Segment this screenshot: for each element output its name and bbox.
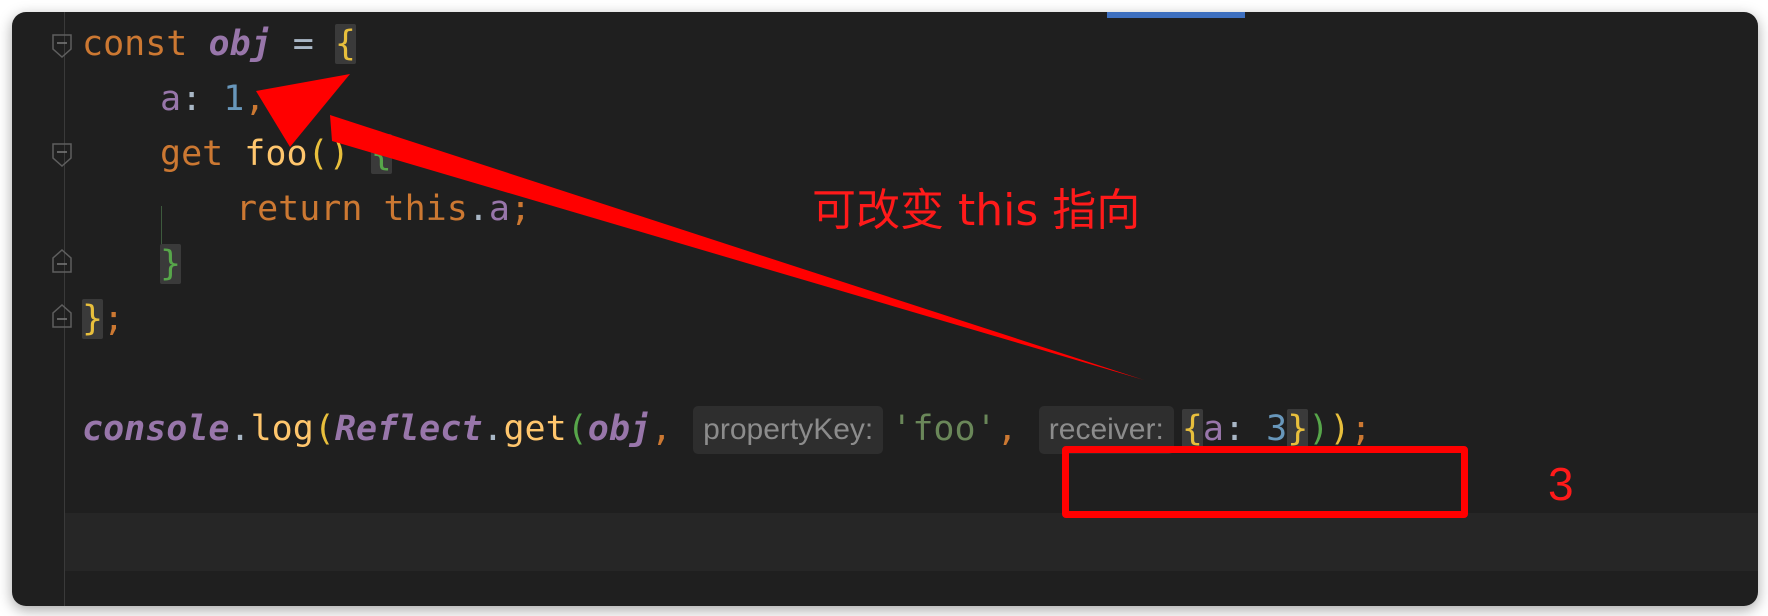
annotation-arrow [256,74,1144,380]
code-editor[interactable]: const obj = { a: 1, get foo() { return t… [12,12,1758,606]
